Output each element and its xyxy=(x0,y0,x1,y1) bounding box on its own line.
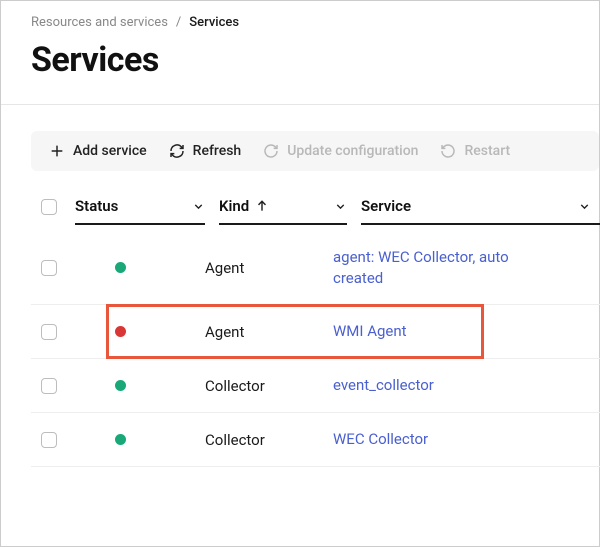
column-header-status[interactable]: Status xyxy=(75,197,205,225)
chevron-down-icon xyxy=(192,200,205,213)
service-link[interactable]: event_collector xyxy=(333,375,434,395)
select-all-checkbox[interactable] xyxy=(41,199,57,215)
toolbar: Add service Refresh Update configuration… xyxy=(31,131,599,171)
service-link[interactable]: WEC Collector xyxy=(333,429,428,449)
update-configuration-label: Update configuration xyxy=(287,143,418,159)
column-header-kind-label: Kind xyxy=(219,197,249,215)
kind-cell: Collector xyxy=(205,377,265,395)
restart-button[interactable]: Restart xyxy=(440,143,510,159)
breadcrumb: Resources and services / Services xyxy=(31,15,569,30)
table-body: Agentagent: WEC Collector, auto createdA… xyxy=(31,231,600,467)
add-service-label: Add service xyxy=(73,143,147,159)
kind-cell: Collector xyxy=(205,431,265,449)
breadcrumb-parent[interactable]: Resources and services xyxy=(31,15,168,30)
breadcrumb-separator: / xyxy=(176,15,181,30)
table-header-row: Status Kind Service xyxy=(31,197,600,231)
refresh-button[interactable]: Refresh xyxy=(169,143,242,159)
table-row: Agent WMI Agent xyxy=(31,305,600,359)
chevron-down-icon xyxy=(578,200,591,213)
plus-icon xyxy=(49,143,65,159)
column-header-service-label: Service xyxy=(361,197,411,215)
status-indicator xyxy=(115,326,126,337)
kind-cell: Agent xyxy=(205,259,244,277)
status-indicator xyxy=(115,262,126,273)
row-checkbox[interactable] xyxy=(41,378,57,394)
row-checkbox[interactable] xyxy=(41,432,57,448)
arrow-up-icon xyxy=(255,199,269,213)
refresh-label: Refresh xyxy=(193,143,242,159)
status-indicator xyxy=(115,434,126,445)
services-table: Status Kind Service Agent agent: WEC Coll… xyxy=(31,197,600,467)
row-checkbox[interactable] xyxy=(41,324,57,340)
update-icon xyxy=(263,143,279,159)
chevron-down-icon xyxy=(334,200,347,213)
refresh-icon xyxy=(169,143,185,159)
add-service-button[interactable]: Add service xyxy=(49,143,147,159)
restart-label: Restart xyxy=(464,143,510,159)
table-row: Agent agent: WEC Collector, auto created xyxy=(31,231,600,305)
column-header-service[interactable]: Service xyxy=(361,197,600,225)
breadcrumb-current: Services xyxy=(189,15,239,30)
service-link[interactable]: agent: WEC Collector, auto created xyxy=(333,247,553,288)
column-header-kind[interactable]: Kind xyxy=(219,197,347,225)
table-row: Collector event_collector xyxy=(31,359,600,413)
restart-icon xyxy=(440,143,456,159)
kind-cell: Agent xyxy=(205,323,244,341)
table-row: Collector WEC Collector xyxy=(31,413,600,467)
status-indicator xyxy=(115,380,126,391)
row-checkbox[interactable] xyxy=(41,260,57,276)
page-title: Services xyxy=(31,40,569,80)
column-header-status-label: Status xyxy=(75,197,118,215)
service-link[interactable]: WMI Agent xyxy=(333,321,407,341)
update-configuration-button[interactable]: Update configuration xyxy=(263,143,418,159)
